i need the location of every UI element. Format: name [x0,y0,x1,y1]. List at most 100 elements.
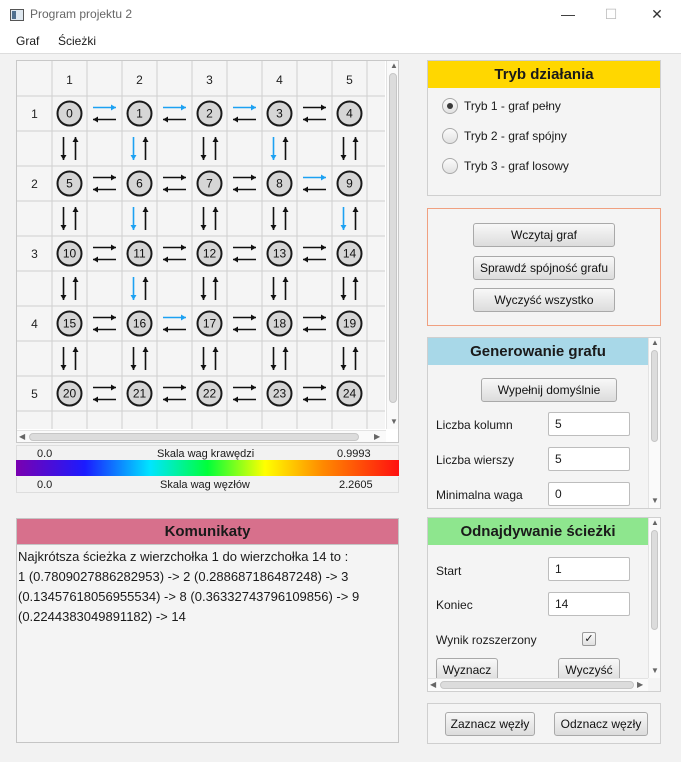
radio-unselected-icon[interactable] [442,158,458,174]
node-label: 6 [136,177,143,191]
radio-mode-3[interactable]: Tryb 3 - graf losowy [442,157,642,177]
arrow-head [200,295,207,300]
start-field[interactable]: 1 [548,557,630,581]
maximize-button[interactable]: ☐ [591,0,631,30]
arrow-head [111,104,116,111]
arrow-head [60,365,67,370]
column-header: 4 [276,73,283,87]
arrow-head [352,137,359,142]
path-panel-scroll-thumb[interactable] [651,530,658,630]
extended-result-checkbox[interactable]: ✓ [582,632,596,646]
graph-panel: 1 2 3 4 5 1 2 3 4 5 0 1 2 3 4 5 6 7 8 9 10 11 12 13 14 15 16 17 18 19… [16,60,399,443]
actions-panel: Wczytaj graf Sprawdź spójność grafu Wycz… [427,208,661,326]
mark-nodes-button[interactable]: Zaznacz węzły [445,712,535,736]
min-weight-field[interactable]: 0 [548,482,630,506]
node-label: 13 [273,247,287,261]
load-graph-button[interactable]: Wczytaj graf [473,223,615,247]
scroll-down-icon[interactable]: ▼ [651,666,659,675]
close-button[interactable]: ✕ [637,0,677,30]
arrow-head [303,186,308,193]
arrow-head [72,277,79,282]
arrow-head [251,314,256,321]
message-line: (0.13457618056955534) -> 8 (0.3633274379… [18,589,360,604]
arrow-head [111,244,116,251]
rows-field[interactable]: 5 [548,447,630,471]
arrow-head [251,174,256,181]
scroll-left-icon[interactable]: ◀ [19,432,25,441]
scroll-up-icon[interactable]: ▲ [651,518,659,527]
graph-horizontal-scroll-thumb[interactable] [29,433,359,441]
scroll-up-icon[interactable]: ▲ [390,61,398,70]
graph-canvas[interactable]: 1 2 3 4 5 1 2 3 4 5 0 1 2 3 4 5 6 7 8 9 10 11 12 13 14 15 16 17 18 19… [17,61,385,429]
generate-panel-scroll-thumb[interactable] [651,350,658,442]
scroll-down-icon[interactable]: ▼ [651,496,659,505]
path-panel-horizontal-scrollbar[interactable]: ◀ ▶ [428,678,648,691]
arrow-head [60,295,67,300]
node-label: 17 [203,317,217,331]
arrow-head [72,137,79,142]
arrow-head [251,104,256,111]
node-marking-panel: Zaznacz węzły Odznacz węzły [427,703,661,744]
node-label: 15 [63,317,77,331]
clear-all-button[interactable]: Wyczyść wszystko [473,288,615,312]
arrow-head [212,137,219,142]
columns-label: Liczba kolumn [436,418,513,432]
generate-panel-scrollbar[interactable]: ▲ ▼ [648,338,660,508]
arrow-head [270,225,277,230]
node-label: 9 [346,177,353,191]
arrow-head [130,225,137,230]
arrow-head [212,347,219,352]
path-panel-h-scroll-thumb[interactable] [440,681,634,689]
graph-horizontal-scrollbar[interactable]: ◀ ▶ [17,430,386,442]
arrow-head [352,277,359,282]
arrow-head [93,326,98,333]
node-label: 22 [203,387,217,401]
start-label: Start [436,564,462,578]
radio-mode-2[interactable]: Tryb 2 - graf spójny [442,127,642,147]
message-line: Najkrótsza ścieżka z wierzchołka 1 do wi… [18,549,349,564]
path-panel-vertical-scrollbar[interactable]: ▲ ▼ [648,518,660,678]
row-header: 2 [31,177,38,191]
scroll-down-icon[interactable]: ▼ [390,417,398,426]
node-label: 16 [133,317,147,331]
graph-vertical-scroll-thumb[interactable] [389,73,397,403]
arrow-head [60,155,67,160]
unmark-nodes-button[interactable]: Odznacz węzły [554,712,648,736]
menu-sciezki[interactable]: Ścieżki [58,34,96,48]
edge-scale-labels: 0.0 Skala wag krawędzi 0.9993 [16,445,399,461]
row-header: 4 [31,317,38,331]
radio-unselected-icon[interactable] [442,128,458,144]
window-title: Program projektu 2 [30,7,133,21]
arrow-head [270,365,277,370]
scroll-right-icon[interactable]: ▶ [374,432,380,441]
weight-color-scale [16,460,399,476]
arrow-head [303,116,308,123]
arrow-head [163,326,168,333]
checkmark-icon: ✓ [584,633,594,645]
scroll-left-icon[interactable]: ◀ [430,680,436,689]
scroll-up-icon[interactable]: ▲ [651,338,659,347]
radio-selected-icon[interactable] [442,98,458,114]
menu-graf[interactable]: Graf [16,34,39,48]
extended-result-label: Wynik rozszerzony [436,633,537,647]
fill-default-button[interactable]: Wypełnij domyślnie [481,378,617,402]
generate-panel-title: Generowanie grafu [428,338,648,365]
arrow-head [303,326,308,333]
message-line: (0.2244383049891182) -> 14 [18,609,186,624]
arrow-head [130,365,137,370]
arrow-head [111,314,116,321]
graph-vertical-scrollbar[interactable]: ▲ ▼ [386,61,398,429]
end-field[interactable]: 14 [548,592,630,616]
scroll-right-icon[interactable]: ▶ [637,680,643,689]
arrow-head [142,277,149,282]
edge-scale-max: 0.9993 [337,448,371,460]
check-connectivity-button[interactable]: Sprawdź spójność grafu [473,256,615,280]
arrow-head [181,244,186,251]
minimize-button[interactable]: — [548,0,588,30]
node-scale-labels: 0.0 Skala wag węzłów 2.2605 [16,477,399,493]
columns-field[interactable]: 5 [548,412,630,436]
arrow-head [142,207,149,212]
radio-mode-2-label: Tryb 2 - graf spójny [464,129,567,143]
radio-mode-1[interactable]: Tryb 1 - graf pełny [442,97,642,117]
node-scale-title: Skala wag węzłów [160,479,250,491]
